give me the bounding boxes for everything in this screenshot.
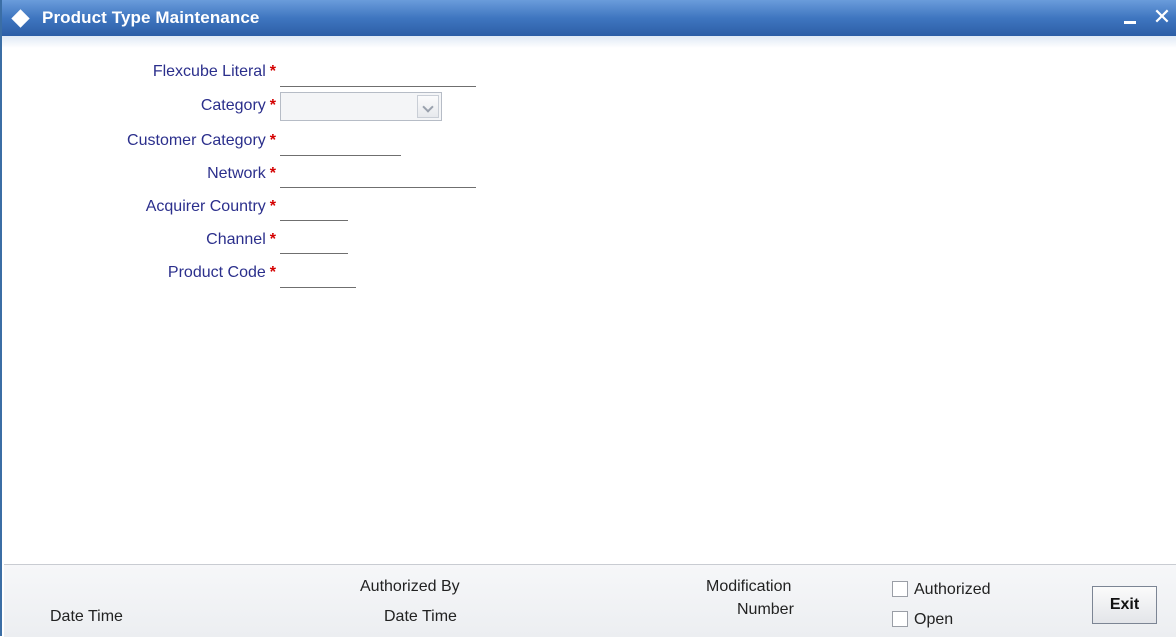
network-label: Network * [14, 165, 276, 183]
authorized-checkbox-label: Authorized [914, 581, 991, 598]
required-mark: * [269, 198, 276, 215]
network-input[interactable] [280, 168, 476, 188]
checker-date-time-label: Date Time [384, 608, 457, 625]
product-code-input[interactable] [280, 268, 356, 288]
close-button[interactable]: ✕ [1150, 4, 1174, 30]
category-label: Category * [14, 97, 276, 115]
title-bar[interactable]: Product Type Maintenance ✕ [2, 0, 1176, 48]
customer-category-label: Customer Category * [14, 132, 276, 150]
open-checkbox-label: Open [914, 611, 954, 628]
maker-date-time-label: Date Time [50, 608, 123, 625]
acquirer-country-label-text: Acquirer Country [145, 198, 266, 215]
acquirer-country-label: Acquirer Country * [14, 198, 276, 216]
flexcube-literal-label-text: Flexcube Literal [152, 63, 266, 80]
channel-input[interactable] [280, 234, 348, 254]
product-code-label: Product Code * [14, 264, 276, 282]
flexcube-literal-label: Flexcube Literal * [14, 63, 276, 81]
required-mark: * [269, 63, 276, 80]
product-code-label-text: Product Code [167, 264, 266, 281]
channel-label: Channel * [14, 231, 276, 249]
required-mark: * [269, 97, 276, 114]
window-title: Product Type Maintenance [42, 8, 260, 27]
modification-label: Modification [706, 578, 792, 595]
customer-category-input[interactable] [280, 136, 401, 156]
audit-footer: Date Time Authorized By Date Time Modifi… [4, 564, 1176, 637]
authorized-checkbox[interactable] [892, 581, 908, 597]
modification-number-label: Number [737, 601, 794, 618]
product-type-maintenance-window: Product Type Maintenance ✕ Flexcube Lite… [0, 0, 1176, 637]
exit-button[interactable]: Exit [1092, 586, 1157, 624]
open-checkbox[interactable] [892, 611, 908, 627]
required-mark: * [269, 231, 276, 248]
acquirer-country-input[interactable] [280, 201, 348, 221]
authorized-by-label: Authorized By [360, 578, 460, 595]
network-label-text: Network [207, 165, 266, 182]
customer-category-label-text: Customer Category [127, 132, 266, 149]
minimize-button[interactable] [1118, 4, 1142, 30]
chevron-down-icon[interactable] [417, 95, 439, 118]
flexcube-literal-input[interactable] [280, 67, 476, 87]
required-mark: * [269, 165, 276, 182]
close-icon: ✕ [1152, 4, 1172, 29]
required-mark: * [269, 132, 276, 149]
category-label-text: Category [200, 97, 266, 114]
required-mark: * [269, 264, 276, 281]
minimize-icon [1124, 21, 1136, 24]
category-select[interactable] [280, 92, 442, 121]
channel-label-text: Channel [206, 231, 266, 248]
